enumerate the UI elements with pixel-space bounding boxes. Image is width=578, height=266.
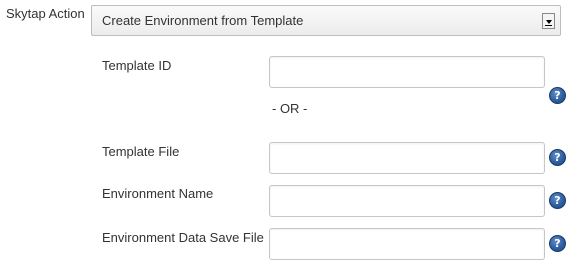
help-icon[interactable]: ? — [549, 87, 566, 104]
skytap-action-selected-value: Create Environment from Template — [102, 13, 304, 28]
skytap-action-select[interactable]: Create Environment from Template — [91, 5, 561, 36]
help-icon[interactable]: ? — [549, 235, 566, 252]
help-icon[interactable]: ? — [549, 192, 566, 209]
template-id-label: Template ID — [102, 58, 172, 73]
help-icon[interactable]: ? — [549, 149, 566, 166]
env-data-save-file-label: Environment Data Save File — [102, 230, 264, 245]
skytap-action-label: Skytap Action — [6, 6, 85, 21]
template-file-label: Template File — [102, 144, 180, 159]
chevron-down-icon[interactable] — [542, 13, 555, 29]
template-id-input[interactable] — [269, 56, 545, 88]
environment-name-input[interactable] — [269, 185, 545, 217]
or-separator: - OR - — [272, 101, 308, 116]
template-file-input[interactable] — [269, 142, 545, 174]
env-data-save-file-input[interactable] — [269, 228, 545, 260]
environment-name-label: Environment Name — [102, 186, 214, 201]
